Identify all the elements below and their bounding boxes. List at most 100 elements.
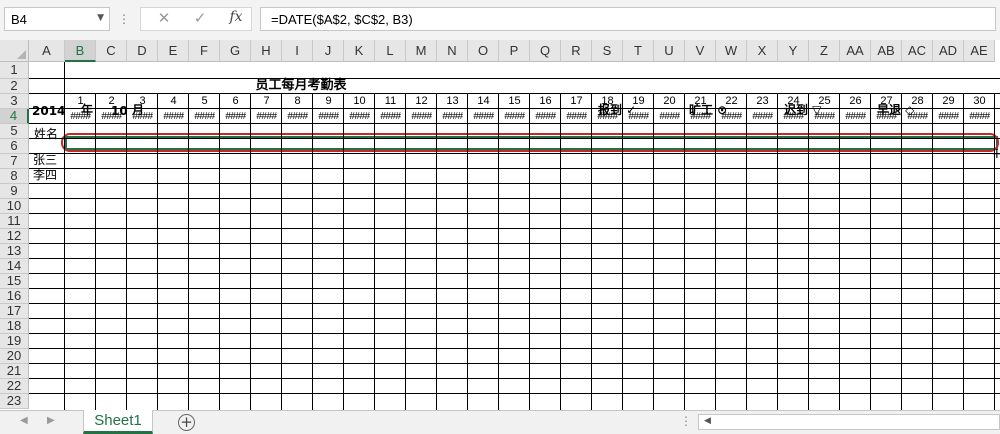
date-cell[interactable]: ####	[871, 109, 902, 124]
add-sheet-button[interactable]: +	[178, 414, 195, 431]
row-header-8[interactable]: 8	[0, 169, 29, 184]
column-header-o[interactable]: O	[468, 40, 499, 62]
row-header-4[interactable]: 4	[0, 109, 29, 124]
date-cell[interactable]: ####	[65, 109, 96, 124]
column-header-ad[interactable]: AD	[933, 40, 964, 62]
date-cell[interactable]: ####	[468, 109, 499, 124]
row-header-3[interactable]: 3	[0, 94, 29, 109]
column-header-z[interactable]: Z	[809, 40, 840, 62]
row-header-16[interactable]: 16	[0, 289, 29, 304]
row-header-20[interactable]: 20	[0, 349, 29, 364]
row-header-9[interactable]: 9	[0, 184, 29, 199]
date-cell[interactable]: ####	[251, 109, 282, 124]
date-cell[interactable]: ####	[127, 109, 158, 124]
column-header-u[interactable]: U	[654, 40, 685, 62]
row-header-11[interactable]: 11	[0, 214, 29, 229]
row-header-15[interactable]: 15	[0, 274, 29, 289]
column-header-q[interactable]: Q	[530, 40, 561, 62]
column-header-ab[interactable]: AB	[871, 40, 902, 62]
row-header-22[interactable]: 22	[0, 379, 29, 394]
column-header-i[interactable]: I	[282, 40, 313, 62]
prev-sheet-icon[interactable]: ◀	[20, 415, 28, 426]
next-sheet-icon[interactable]: ▶	[47, 415, 55, 426]
date-cell[interactable]: ####	[561, 109, 592, 124]
column-header-e[interactable]: E	[158, 40, 189, 62]
date-cell[interactable]: ####	[96, 109, 127, 124]
row-header-23[interactable]: 23	[0, 394, 29, 409]
row-header-17[interactable]: 17	[0, 304, 29, 319]
cell-area[interactable]: 员工每月考勤表 2014 年 10 月 报到 ✓ 旷工 ⊙ 迟到 ▽ 早退 ◇ …	[29, 62, 1000, 410]
tab-sheet1[interactable]: Sheet1	[83, 410, 153, 434]
date-cell[interactable]: ####	[809, 109, 840, 124]
horizontal-scrollbar[interactable]: ◀	[698, 414, 1000, 430]
row-header-21[interactable]: 21	[0, 364, 29, 379]
column-header-ae[interactable]: AE	[964, 40, 995, 62]
date-cell[interactable]: ####	[344, 109, 375, 124]
row-header-18[interactable]: 18	[0, 319, 29, 334]
column-header-n[interactable]: N	[437, 40, 468, 62]
cancel-icon[interactable]: ✕	[149, 9, 179, 27]
row-header-6[interactable]: 6	[0, 139, 29, 154]
date-cell[interactable]: ####	[406, 109, 437, 124]
row-header-1[interactable]: 1	[0, 62, 29, 79]
column-header-d[interactable]: D	[127, 40, 158, 62]
date-cell[interactable]: ####	[964, 109, 995, 124]
date-cell[interactable]: ####	[437, 109, 468, 124]
column-header-v[interactable]: V	[685, 40, 716, 62]
column-header-j[interactable]: J	[313, 40, 344, 62]
row-header-19[interactable]: 19	[0, 334, 29, 349]
name-box[interactable]: B4 ▼	[4, 7, 110, 31]
scroll-left-icon[interactable]: ◀	[704, 416, 711, 426]
column-header-w[interactable]: W	[716, 40, 747, 62]
row-header-5[interactable]: 5	[0, 124, 29, 139]
date-cell[interactable]: ####	[778, 109, 809, 124]
date-cell[interactable]: ####	[220, 109, 251, 124]
date-cell[interactable]: ####	[933, 109, 964, 124]
row-header-12[interactable]: 12	[0, 229, 29, 244]
date-cell[interactable]: ####	[499, 109, 530, 124]
column-header-f[interactable]: F	[189, 40, 220, 62]
date-cell[interactable]: ####	[685, 109, 716, 124]
row-header-14[interactable]: 14	[0, 259, 29, 274]
column-header-m[interactable]: M	[406, 40, 437, 62]
fill-handle-icon[interactable]: +	[991, 147, 1000, 161]
column-header-aa[interactable]: AA	[840, 40, 871, 62]
date-cell[interactable]: ####	[716, 109, 747, 124]
date-cell[interactable]: ####	[313, 109, 344, 124]
column-header-t[interactable]: T	[623, 40, 654, 62]
column-header-g[interactable]: G	[220, 40, 251, 62]
row-header-2[interactable]: 2	[0, 79, 29, 94]
date-cell[interactable]: ####	[592, 109, 623, 124]
row-header-7[interactable]: 7	[0, 154, 29, 169]
formula-bar-separator[interactable]: ⋮	[117, 12, 131, 26]
column-header-k[interactable]: K	[344, 40, 375, 62]
tab-splitter[interactable]: ⋮	[680, 414, 692, 428]
date-cell[interactable]: ####	[840, 109, 871, 124]
date-cell[interactable]: ####	[747, 109, 778, 124]
formula-input[interactable]: =DATE($A$2, $C$2, B3)	[260, 7, 996, 31]
date-cell[interactable]: ####	[282, 109, 313, 124]
date-cell[interactable]: ####	[654, 109, 685, 124]
column-header-h[interactable]: H	[251, 40, 282, 62]
column-header-l[interactable]: L	[375, 40, 406, 62]
chevron-down-icon[interactable]: ▼	[97, 13, 104, 23]
column-header-c[interactable]: C	[96, 40, 127, 62]
date-cell[interactable]: ####	[530, 109, 561, 124]
date-cell[interactable]: ####	[375, 109, 406, 124]
date-cell[interactable]: ####	[158, 109, 189, 124]
column-header-p[interactable]: P	[499, 40, 530, 62]
date-cell[interactable]: ####	[189, 109, 220, 124]
row-header-13[interactable]: 13	[0, 244, 29, 259]
column-header-y[interactable]: Y	[778, 40, 809, 62]
enter-icon[interactable]: ✓	[185, 9, 215, 27]
column-header-x[interactable]: X	[747, 40, 778, 62]
column-header-b[interactable]: B	[65, 40, 96, 62]
date-cell[interactable]: ####	[623, 109, 654, 124]
column-header-s[interactable]: S	[592, 40, 623, 62]
column-header-r[interactable]: R	[561, 40, 592, 62]
column-header-ac[interactable]: AC	[902, 40, 933, 62]
date-cell[interactable]: ####	[902, 109, 933, 124]
row-header-10[interactable]: 10	[0, 199, 29, 214]
insert-function-icon[interactable]: fx	[221, 9, 251, 25]
column-header-a[interactable]: A	[29, 40, 65, 62]
